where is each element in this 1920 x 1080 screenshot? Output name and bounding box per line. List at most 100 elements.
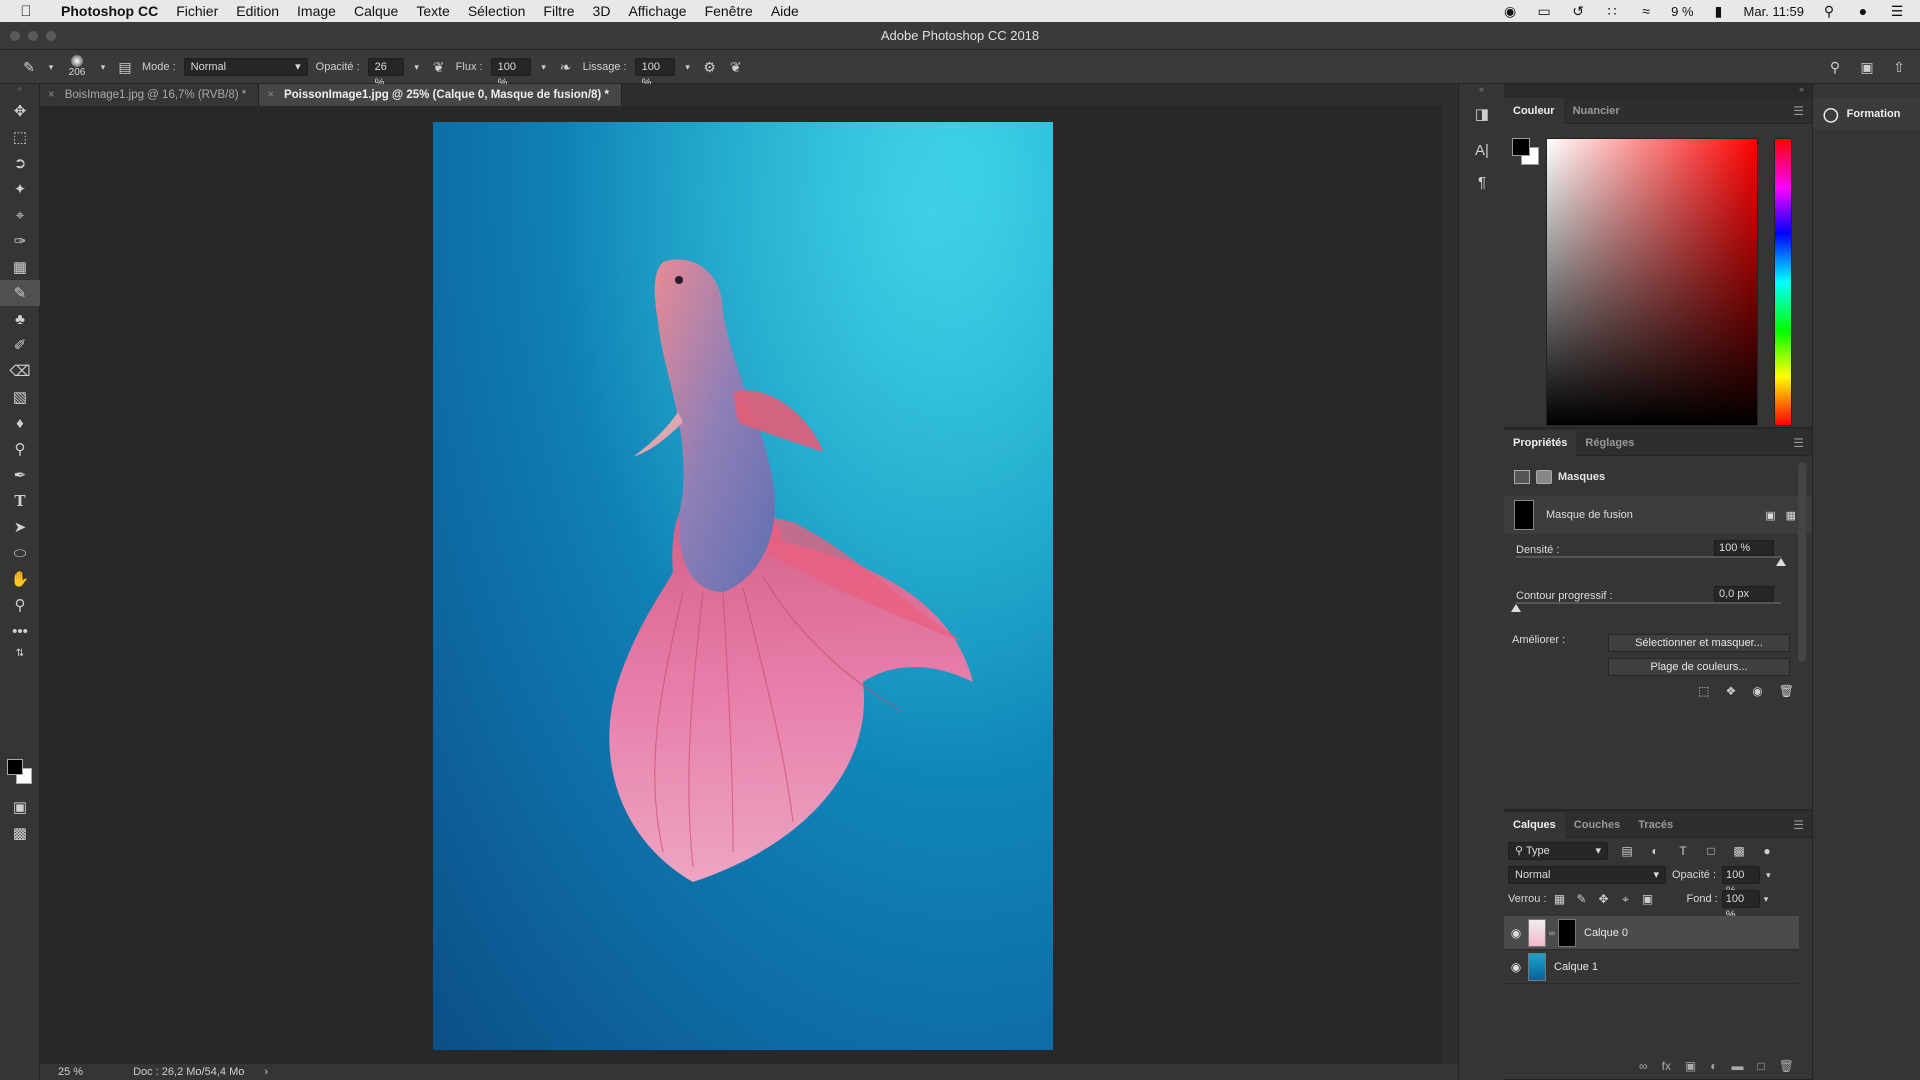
panels-collapse-icon[interactable]: » — [1504, 84, 1812, 98]
eye-icon[interactable]: ◉ — [1504, 960, 1528, 974]
menu-selection[interactable]: Sélection — [459, 0, 535, 22]
type-tool-icon[interactable]: T — [0, 488, 40, 514]
foreground-color-swatch[interactable] — [7, 759, 23, 775]
airplay-icon[interactable]: ▭ — [1535, 3, 1553, 20]
menu-calque[interactable]: Calque — [345, 0, 407, 22]
menu-fichier[interactable]: Fichier — [167, 0, 227, 22]
lock-all-icon[interactable]: ▣ — [1639, 892, 1657, 906]
search-icon[interactable]: ⚲ — [1826, 58, 1844, 76]
eye-icon[interactable]: ◉ — [1752, 684, 1762, 698]
tab-couleur[interactable]: Couleur — [1504, 97, 1564, 124]
learn-panel-header[interactable]: ◯ Formation — [1813, 98, 1920, 130]
add-vector-mask-icon[interactable]: ▦ — [1786, 509, 1796, 522]
new-layer-icon[interactable]: □ — [1758, 1059, 1765, 1073]
panel-menu-icon[interactable]: ☰ — [1793, 818, 1804, 832]
filter-type-icon[interactable]: T — [1674, 844, 1692, 858]
menu-image[interactable]: Image — [288, 0, 345, 22]
gradient-tool-icon[interactable]: ▧ — [0, 384, 40, 410]
hand-tool-icon[interactable]: ✋ — [0, 566, 40, 592]
panel-menu-icon[interactable]: ☰ — [1793, 436, 1804, 450]
vector-mask-icon[interactable] — [1536, 470, 1552, 484]
menu-texte[interactable]: Texte — [407, 0, 458, 22]
color-range-button[interactable]: Plage de couleurs... — [1608, 658, 1790, 676]
tool-preset-dropdown-icon[interactable]: ▾ — [46, 58, 56, 76]
properties-scrollbar[interactable] — [1798, 462, 1806, 662]
feather-slider-knob[interactable] — [1511, 604, 1521, 612]
layer-thumbnail[interactable] — [1528, 952, 1546, 981]
time-machine-icon[interactable]: ↺ — [1569, 3, 1587, 20]
apply-mask-icon[interactable]: ❖ — [1726, 684, 1737, 698]
tab-reglages[interactable]: Réglages — [1576, 430, 1643, 456]
feather-slider[interactable] — [1516, 602, 1781, 604]
zoom-tool-icon[interactable]: ⚲ — [0, 592, 40, 618]
hue-slider[interactable] — [1774, 138, 1792, 426]
trash-icon[interactable]: 🗑 — [1779, 1059, 1794, 1073]
menu-3d[interactable]: 3D — [584, 0, 620, 22]
notification-center-icon[interactable]: ☰ — [1888, 3, 1906, 20]
tab-couches[interactable]: Couches — [1565, 812, 1629, 838]
swap-colors-icon[interactable]: ⇅ — [0, 644, 40, 662]
menu-edition[interactable]: Edition — [227, 0, 288, 22]
layer-row[interactable]: ◉ Calque 1 — [1504, 950, 1799, 984]
pen-tool-icon[interactable]: ✒ — [0, 462, 40, 488]
menu-affichage[interactable]: Affichage — [619, 0, 695, 22]
layer-thumbnail[interactable] — [1528, 918, 1546, 947]
spotlight-search-icon[interactable]: ⚲ — [1820, 3, 1838, 20]
layer-filter-select[interactable]: ⚲ Type ▾ — [1508, 842, 1608, 860]
menu-app-name[interactable]: Photoshop CC — [52, 0, 167, 22]
brush-picker-chevron-icon[interactable]: ▾ — [98, 58, 108, 76]
marquee-tool-icon[interactable]: ⬚ — [0, 124, 40, 150]
brush-settings-panel-icon[interactable]: ▤ — [116, 58, 134, 76]
airbrush-icon[interactable]: ❧ — [557, 58, 575, 76]
character-panel-icon[interactable]: A| — [1459, 134, 1505, 166]
tab-calques[interactable]: Calques — [1504, 811, 1565, 838]
canvas-vertical-scrollbar[interactable] — [1442, 106, 1458, 1064]
flow-dropdown-icon[interactable]: ▾ — [539, 58, 549, 76]
color-picker-field[interactable] — [1546, 138, 1758, 426]
minimize-window-button[interactable] — [28, 31, 38, 41]
magic-wand-tool-icon[interactable]: ✦ — [0, 176, 40, 202]
lock-position-icon[interactable]: ✥ — [1595, 892, 1613, 906]
eye-icon[interactable]: ◉ — [1504, 926, 1528, 940]
close-icon[interactable]: × — [48, 84, 55, 106]
mode-select[interactable]: Normal ▾ — [183, 57, 308, 76]
pressure-opacity-icon[interactable]: ❦ — [430, 58, 448, 76]
select-and-mask-button[interactable]: Sélectionner et masquer... — [1608, 634, 1790, 652]
lasso-tool-icon[interactable]: ➲ — [0, 150, 40, 176]
collapse-icon[interactable]: « — [1459, 84, 1504, 98]
blend-mode-select[interactable]: Normal ▾ — [1508, 866, 1666, 884]
path-selection-tool-icon[interactable]: ➤ — [0, 514, 40, 540]
select-pixel-mask-icon[interactable]: ▣ — [1765, 509, 1775, 522]
layer-opacity-input[interactable]: 100 % — [1722, 866, 1761, 897]
tab-traces[interactable]: Tracés — [1629, 812, 1682, 838]
mask-thumbnail[interactable] — [1514, 500, 1534, 530]
eyedropper-tool-icon[interactable]: ✑ — [0, 228, 40, 254]
foreground-color-swatch[interactable] — [1512, 138, 1530, 156]
crop-tool-icon[interactable]: ⌖ — [0, 202, 40, 228]
smoothing-dropdown-icon[interactable]: ▾ — [683, 58, 693, 76]
brush-preset-picker[interactable]: 206 — [64, 52, 90, 82]
density-input[interactable]: 100 % — [1714, 540, 1774, 556]
opacity-input[interactable]: 26 % — [367, 57, 404, 89]
new-group-icon[interactable]: ▬ — [1732, 1059, 1744, 1073]
gear-icon[interactable]: ⚙ — [701, 58, 719, 76]
opacity-dropdown-icon[interactable]: ▾ — [412, 58, 422, 76]
move-tool-icon[interactable]: ✥ — [0, 98, 40, 124]
pressure-size-icon[interactable]: ❦ — [727, 58, 745, 76]
fx-icon[interactable]: fx — [1662, 1059, 1671, 1073]
link-layers-icon[interactable]: ∞ — [1639, 1059, 1648, 1073]
frame-tool-icon[interactable]: ▦ — [0, 254, 40, 280]
status-menu-arrow[interactable]: › — [264, 1066, 268, 1078]
dodge-tool-icon[interactable]: ⚲ — [0, 436, 40, 462]
siri-icon[interactable]: ● — [1854, 3, 1872, 19]
zoom-level[interactable]: 25 % — [58, 1066, 83, 1078]
fill-input[interactable]: 100 % — [1721, 890, 1760, 921]
trash-icon[interactable]: 🗑 — [1779, 684, 1794, 698]
menu-filtre[interactable]: Filtre — [534, 0, 583, 22]
menu-fenetre[interactable]: Fenêtre — [696, 0, 762, 22]
more-tools-icon[interactable]: ••• — [0, 618, 40, 644]
document-image-betta-fish[interactable] — [433, 122, 1053, 1050]
layer-name[interactable]: Calque 0 — [1584, 927, 1628, 939]
wifi-icon[interactable]: ≈ — [1637, 3, 1655, 19]
fill-dropdown-icon[interactable]: ▾ — [1764, 894, 1769, 905]
